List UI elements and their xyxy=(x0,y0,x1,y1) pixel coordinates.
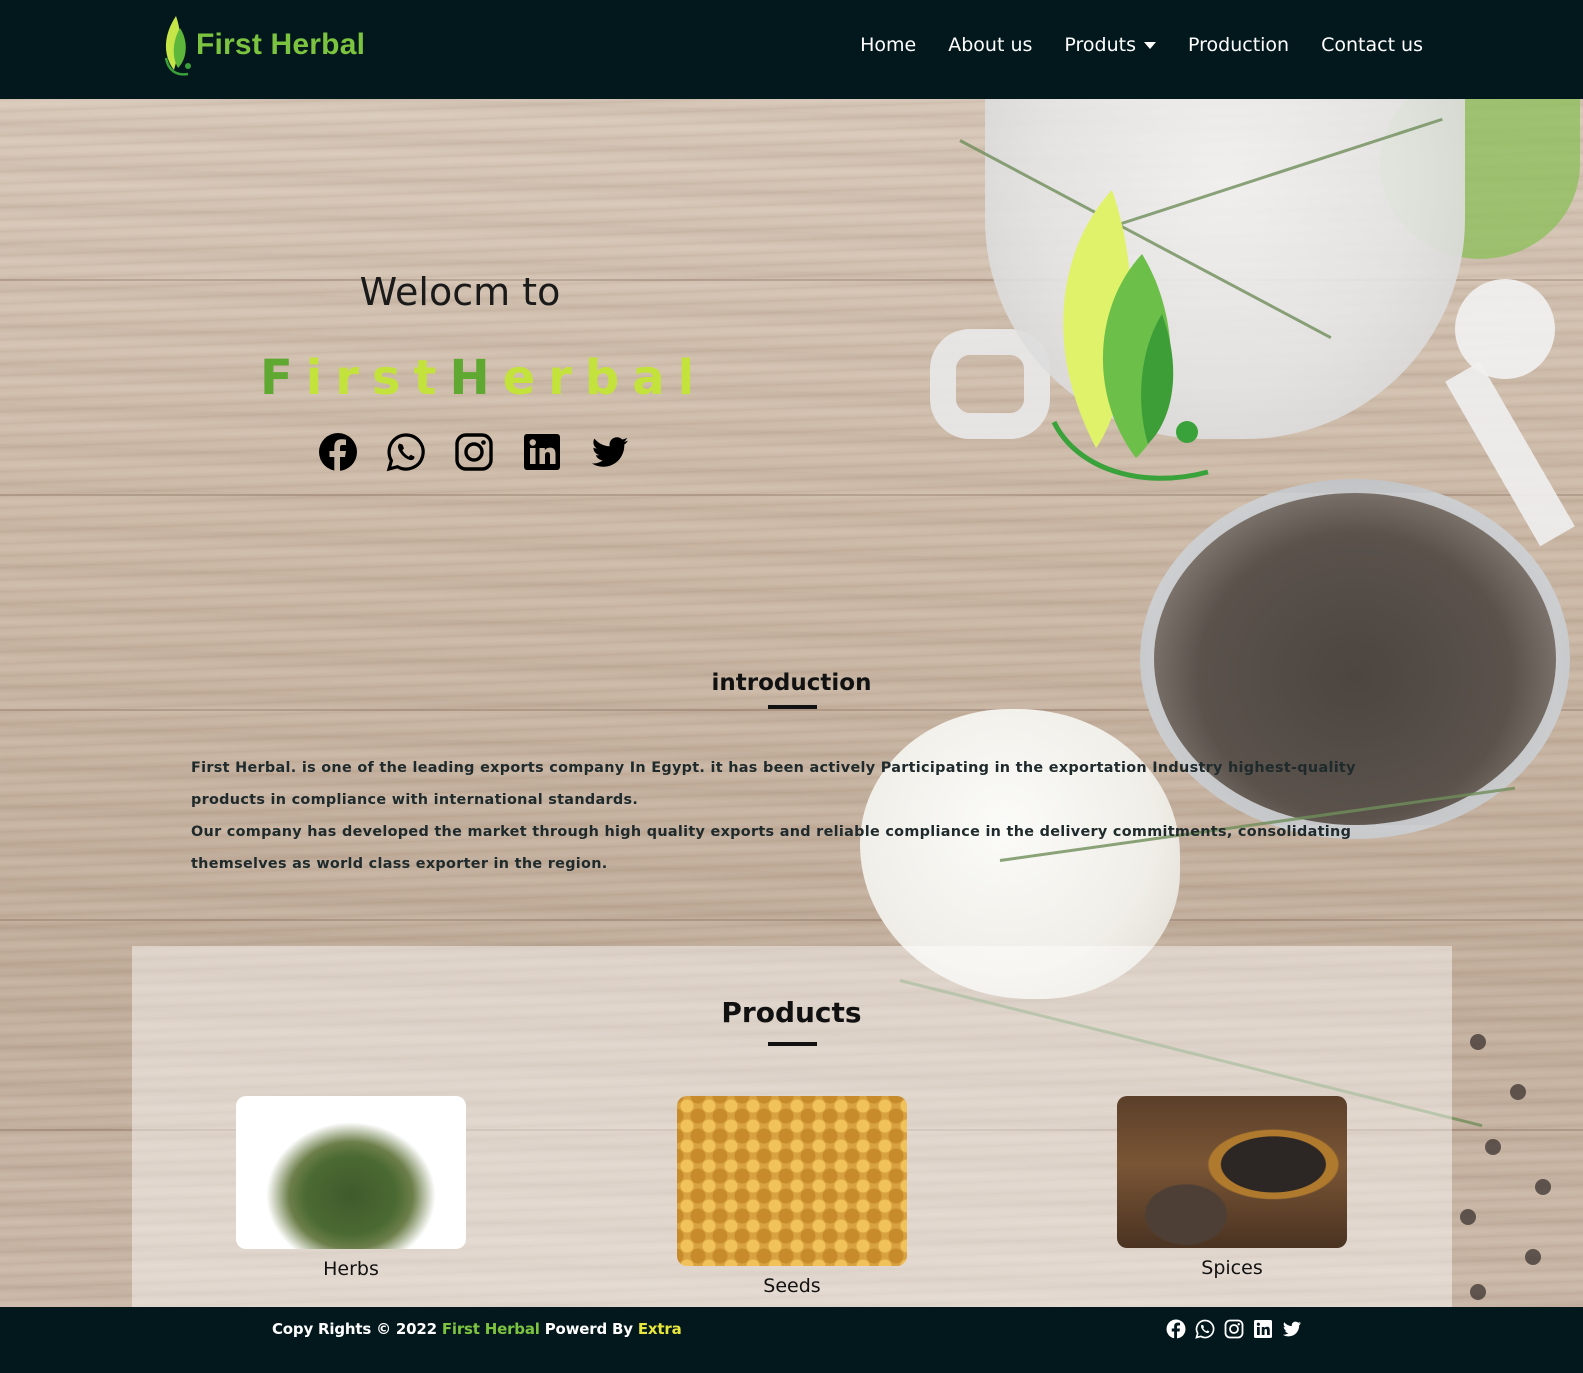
copyright-text: Copy Rights © 2022 First Herbal Powerd B… xyxy=(272,1320,682,1338)
intro-paragraph-2: Our company has developed the market thr… xyxy=(191,824,1352,872)
product-name-herbs: Herbs xyxy=(323,1258,379,1280)
product-card-spices[interactable]: Spices xyxy=(1117,1096,1347,1279)
copyright-prefix: Copy Rights © 2022 xyxy=(272,1320,442,1338)
nav-home[interactable]: Home xyxy=(860,34,916,56)
product-name-spices: Spices xyxy=(1201,1257,1263,1279)
nav-about-us[interactable]: About us xyxy=(948,34,1032,56)
hero-leaf-logo-icon xyxy=(1051,190,1209,481)
product-card-seeds[interactable]: Seeds xyxy=(677,1096,907,1297)
hero-brand-heading: FirstHerbal xyxy=(260,350,694,406)
linkedin-icon[interactable] xyxy=(522,432,562,472)
footer-social-links xyxy=(1166,1319,1302,1339)
instagram-icon[interactable] xyxy=(454,432,494,472)
whatsapp-icon[interactable] xyxy=(386,432,426,472)
intro-title-underline xyxy=(768,705,817,709)
nav-production[interactable]: Production xyxy=(1188,34,1289,56)
footer: Copy Rights © 2022 First Herbal Powerd B… xyxy=(0,1307,1583,1373)
leaf-logo-icon xyxy=(164,16,191,76)
hero-brand-erbal: erbal xyxy=(502,350,708,406)
whatsapp-icon[interactable] xyxy=(1195,1319,1215,1339)
hero-brand-irst: irst xyxy=(305,350,450,406)
powered-by-label: Powerd By xyxy=(539,1320,638,1338)
facebook-icon[interactable] xyxy=(318,432,358,472)
twitter-icon[interactable] xyxy=(590,432,630,472)
twitter-icon[interactable] xyxy=(1282,1319,1302,1339)
intro-paragraph-1: First Herbal. is one of the leading expo… xyxy=(191,760,1356,808)
intro-title: introduction xyxy=(711,670,872,696)
seeds-image[interactable] xyxy=(677,1096,907,1266)
brand-name: First Herbal xyxy=(196,28,366,61)
hero-social-links xyxy=(318,432,630,472)
brand-logo-link[interactable]: First Herbal xyxy=(162,14,365,76)
nav-menu: Home About us Produts Production Contact… xyxy=(828,34,1423,56)
linkedin-icon[interactable] xyxy=(1253,1319,1273,1339)
footer-brand-link[interactable]: First Herbal xyxy=(442,1320,540,1338)
intro-text: First Herbal. is one of the leading expo… xyxy=(191,752,1391,880)
products-title-underline xyxy=(768,1042,817,1046)
powered-by-link[interactable]: Extra xyxy=(638,1320,682,1338)
nav-products-dropdown[interactable]: Produts xyxy=(1064,34,1156,56)
instagram-icon[interactable] xyxy=(1224,1319,1244,1339)
nav-products-label: Produts xyxy=(1064,34,1136,56)
product-name-seeds: Seeds xyxy=(763,1275,821,1297)
caret-down-icon xyxy=(1144,42,1156,49)
product-card-herbs[interactable]: Herbs xyxy=(236,1096,466,1280)
hero-brand-letter-h: H xyxy=(449,350,503,406)
top-navbar: First Herbal Home About us Produts Produ… xyxy=(0,0,1583,99)
hero-brand-letter-f: F xyxy=(260,350,306,406)
hero-welcome-heading: Welocm to xyxy=(359,270,561,314)
nav-contact-us[interactable]: Contact us xyxy=(1321,34,1423,56)
spices-image[interactable] xyxy=(1117,1096,1347,1248)
products-title: Products xyxy=(721,996,862,1029)
herbs-image[interactable] xyxy=(236,1096,466,1249)
facebook-icon[interactable] xyxy=(1166,1319,1186,1339)
